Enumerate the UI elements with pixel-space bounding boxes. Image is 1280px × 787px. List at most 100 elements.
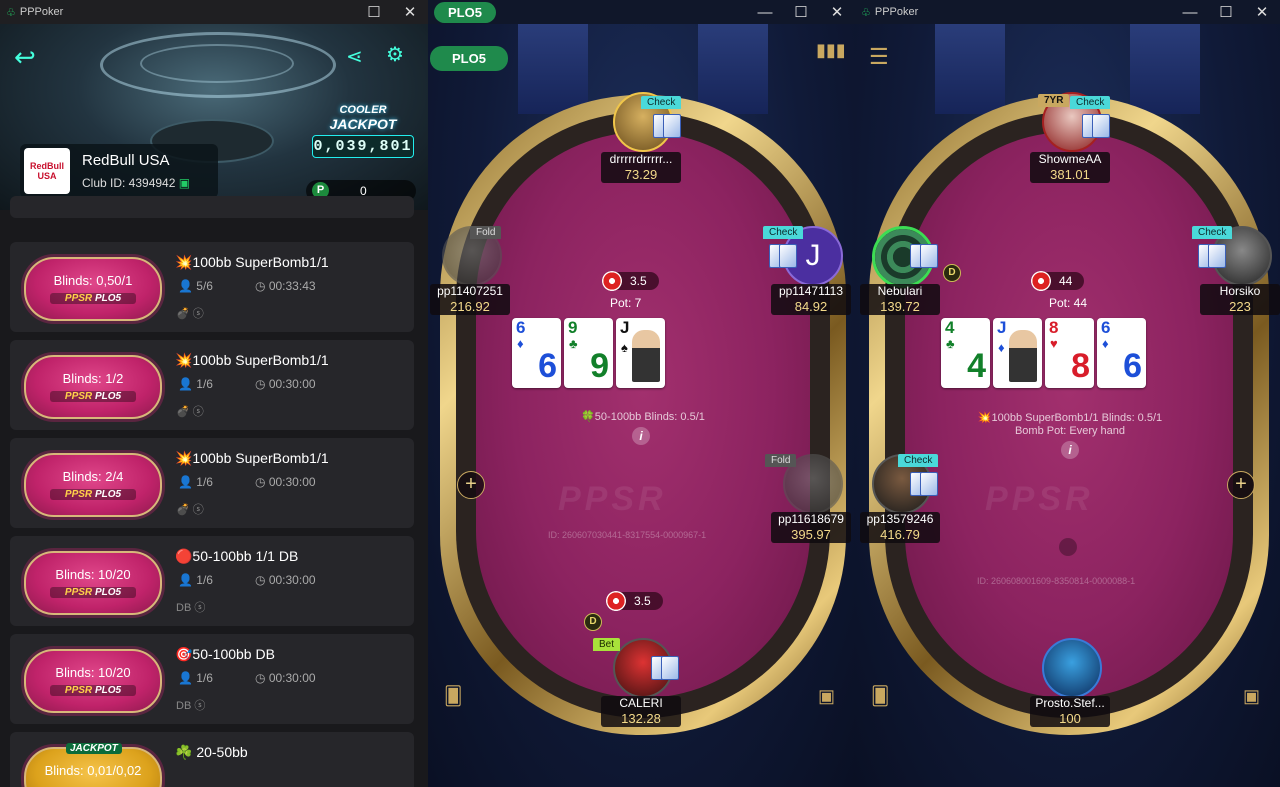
player-plate: pp13579246 416.79 xyxy=(860,512,940,543)
board-card: 8 ♥ 8 xyxy=(1045,318,1094,388)
blinds-badge: Blinds: 10/20 PPSR PLO5 xyxy=(24,551,162,615)
player-seat[interactable]: Bet CALERI 132.28 xyxy=(593,638,681,727)
game-row[interactable]: Blinds: 2/4 PPSR PLO5 💥100bb SuperBomb1/… xyxy=(10,438,414,528)
spade-card-icon[interactable]: 🂠 xyxy=(444,686,462,707)
copy-icon[interactable]: ▣ xyxy=(179,176,190,190)
info-icon[interactable]: i xyxy=(1061,441,1079,459)
pppoker-logo-icon: ♧ xyxy=(6,6,16,19)
players-count: 👤 1/6 xyxy=(178,475,213,489)
close-button[interactable]: ✕ xyxy=(1244,3,1280,21)
share-icon[interactable]: ⋖ xyxy=(346,44,363,69)
players-text: 1/6 xyxy=(196,573,213,587)
chat-off-icon[interactable]: ▣ xyxy=(1243,686,1260,707)
player-plate: drrrrrdrrrrr... 73.29 xyxy=(601,152,681,183)
player-name: Horsiko xyxy=(1219,284,1261,298)
person-icon: 👤 xyxy=(178,279,193,293)
card-rank-large: 6 xyxy=(1123,347,1142,385)
clock-icon: ◷ xyxy=(255,475,266,489)
variant-label: PPSR PLO5 xyxy=(50,293,136,304)
game-feature-icons: 💣 ⓢ xyxy=(176,406,204,418)
action-tag: Check xyxy=(898,454,939,467)
game-title: ☘️ 20-50bb xyxy=(175,744,248,760)
variant-text: PLO5 xyxy=(94,587,122,598)
minimize-button[interactable]: — xyxy=(747,4,783,21)
player-seat[interactable]: Fold pp11407251 216.92 xyxy=(430,226,510,315)
card-suit: ♣ xyxy=(946,336,955,351)
person-icon: 👤 xyxy=(178,671,193,685)
card-rank: 6 xyxy=(516,318,526,337)
player-name: Prosto.Stef... xyxy=(1035,696,1105,710)
maximize-button[interactable]: ☐ xyxy=(356,3,392,21)
chip-icon xyxy=(606,591,626,611)
player-seat[interactable]: Prosto.Stef... 100 xyxy=(1030,638,1110,727)
close-button[interactable]: ✕ xyxy=(819,3,855,21)
card-rank: 4 xyxy=(945,318,955,337)
player-plate: Horsiko 223 xyxy=(1200,284,1280,315)
app-title: ♧ PPPoker xyxy=(861,6,919,19)
game-row-partial[interactable] xyxy=(10,196,414,218)
player-seat[interactable]: J Check pp11471113 84.92 xyxy=(763,226,851,315)
curtain-decor xyxy=(698,24,768,114)
player-stack: 216.92 xyxy=(450,299,490,314)
card-rank: 8 xyxy=(1049,318,1059,337)
maximize-button[interactable]: ☐ xyxy=(1208,3,1244,21)
app-title: ♧ PPPoker xyxy=(6,6,64,19)
game-row[interactable]: Blinds: 10/20 PPSR PLO5 🔴50-100bb 1/1 DB… xyxy=(10,536,414,626)
plus-icon[interactable]: + xyxy=(457,471,485,499)
club-card[interactable]: RedBull USA RedBull USA Club ID: 4394942… xyxy=(20,144,218,198)
player-stack: 73.29 xyxy=(624,167,658,182)
dealer-button: D xyxy=(584,613,602,631)
clock-icon: ◷ xyxy=(255,573,266,587)
player-seat[interactable]: Fold pp11618679 395.97 xyxy=(765,454,851,543)
player-seat[interactable]: 7YR Check ShowmeAA 381.01 xyxy=(1030,92,1111,183)
maximize-button[interactable]: ☐ xyxy=(783,3,819,21)
back-arrow-icon[interactable]: ↩ xyxy=(14,42,36,73)
player-stack: 223 xyxy=(1229,299,1251,314)
player-plate: ShowmeAA 381.01 xyxy=(1030,152,1110,183)
board-card: J ♠ xyxy=(616,318,665,388)
player-seat[interactable]: Check pp13579246 416.79 xyxy=(860,454,940,543)
player-seat[interactable]: Check Horsiko 223 xyxy=(1192,226,1280,315)
game-row[interactable]: JACKPOT Blinds: 0,01/0,02 ☘️ 20-50bb xyxy=(10,732,414,787)
player-plate: pp11471113 84.92 xyxy=(771,284,851,315)
tab-strip: PLO5 xyxy=(428,1,747,23)
table-window-1: PLO5 — ☐ ✕ PLO5 PPSR ID: 260607030441-83… xyxy=(428,0,855,787)
plus-icon[interactable]: + xyxy=(1227,471,1255,499)
game-row[interactable]: Blinds: 10/20 PPSR PLO5 🎯50-100bb DB 👤 1… xyxy=(10,634,414,724)
blinds-label: Blinds: 1/2 xyxy=(62,371,124,386)
board-card: 6 ♦ 6 xyxy=(1097,318,1146,388)
menu-icon[interactable]: ☰ xyxy=(869,44,889,70)
variant-text: PLO5 xyxy=(94,685,122,696)
game-timer: ◷ 00:33:43 xyxy=(255,279,316,293)
info-icon[interactable]: i xyxy=(632,427,650,445)
hole-card xyxy=(779,244,797,268)
minimize-button[interactable]: — xyxy=(1172,4,1208,21)
cooler-jackpot[interactable]: COOLER JACKPOT 0,039,801 xyxy=(312,104,414,164)
player-seat[interactable]: Nebulari 139.72 xyxy=(860,226,940,315)
players-count: 👤 1/6 xyxy=(178,671,213,685)
table-info: 💥100bb SuperBomb1/1 Blinds: 0.5/1 xyxy=(977,412,1163,424)
tab-plo5[interactable]: PLO5 xyxy=(434,1,496,23)
loyalty-tag: 7YR xyxy=(1038,94,1070,107)
players-text: 1/6 xyxy=(196,671,213,685)
action-tag: Check xyxy=(641,96,682,109)
settings-gear-icon[interactable]: ⚙ xyxy=(386,42,404,67)
game-row[interactable]: Blinds: 1/2 PPSR PLO5 💥100bb SuperBomb1/… xyxy=(10,340,414,430)
player-seat[interactable]: Check drrrrrdrrrrr... 73.29 xyxy=(601,92,682,183)
player-plate: pp11407251 216.92 xyxy=(430,284,510,315)
clock-icon: ◷ xyxy=(255,279,266,293)
stats-icon[interactable]: ▮▮▮ xyxy=(816,40,846,61)
spade-card-icon[interactable]: 🂠 xyxy=(871,686,889,707)
game-row[interactable]: Blinds: 0,50/1 PPSR PLO5 💥100bb SuperBom… xyxy=(10,242,414,332)
hole-card xyxy=(1208,244,1226,268)
jack-face-art xyxy=(1009,330,1037,382)
card-rank: J xyxy=(620,318,630,337)
close-button[interactable]: ✕ xyxy=(392,3,428,21)
blinds-label: Blinds: 10/20 xyxy=(55,665,131,680)
variant-text: PLO5 xyxy=(94,489,122,500)
pot-total: Pot: 7 xyxy=(610,296,642,310)
game-list[interactable]: Blinds: 0,50/1 PPSR PLO5 💥100bb SuperBom… xyxy=(0,196,428,787)
blinds-label: Blinds: 0,50/1 xyxy=(53,273,133,288)
chat-off-icon[interactable]: ▣ xyxy=(818,686,835,707)
game-title: 💥100bb SuperBomb1/1 xyxy=(175,352,329,368)
